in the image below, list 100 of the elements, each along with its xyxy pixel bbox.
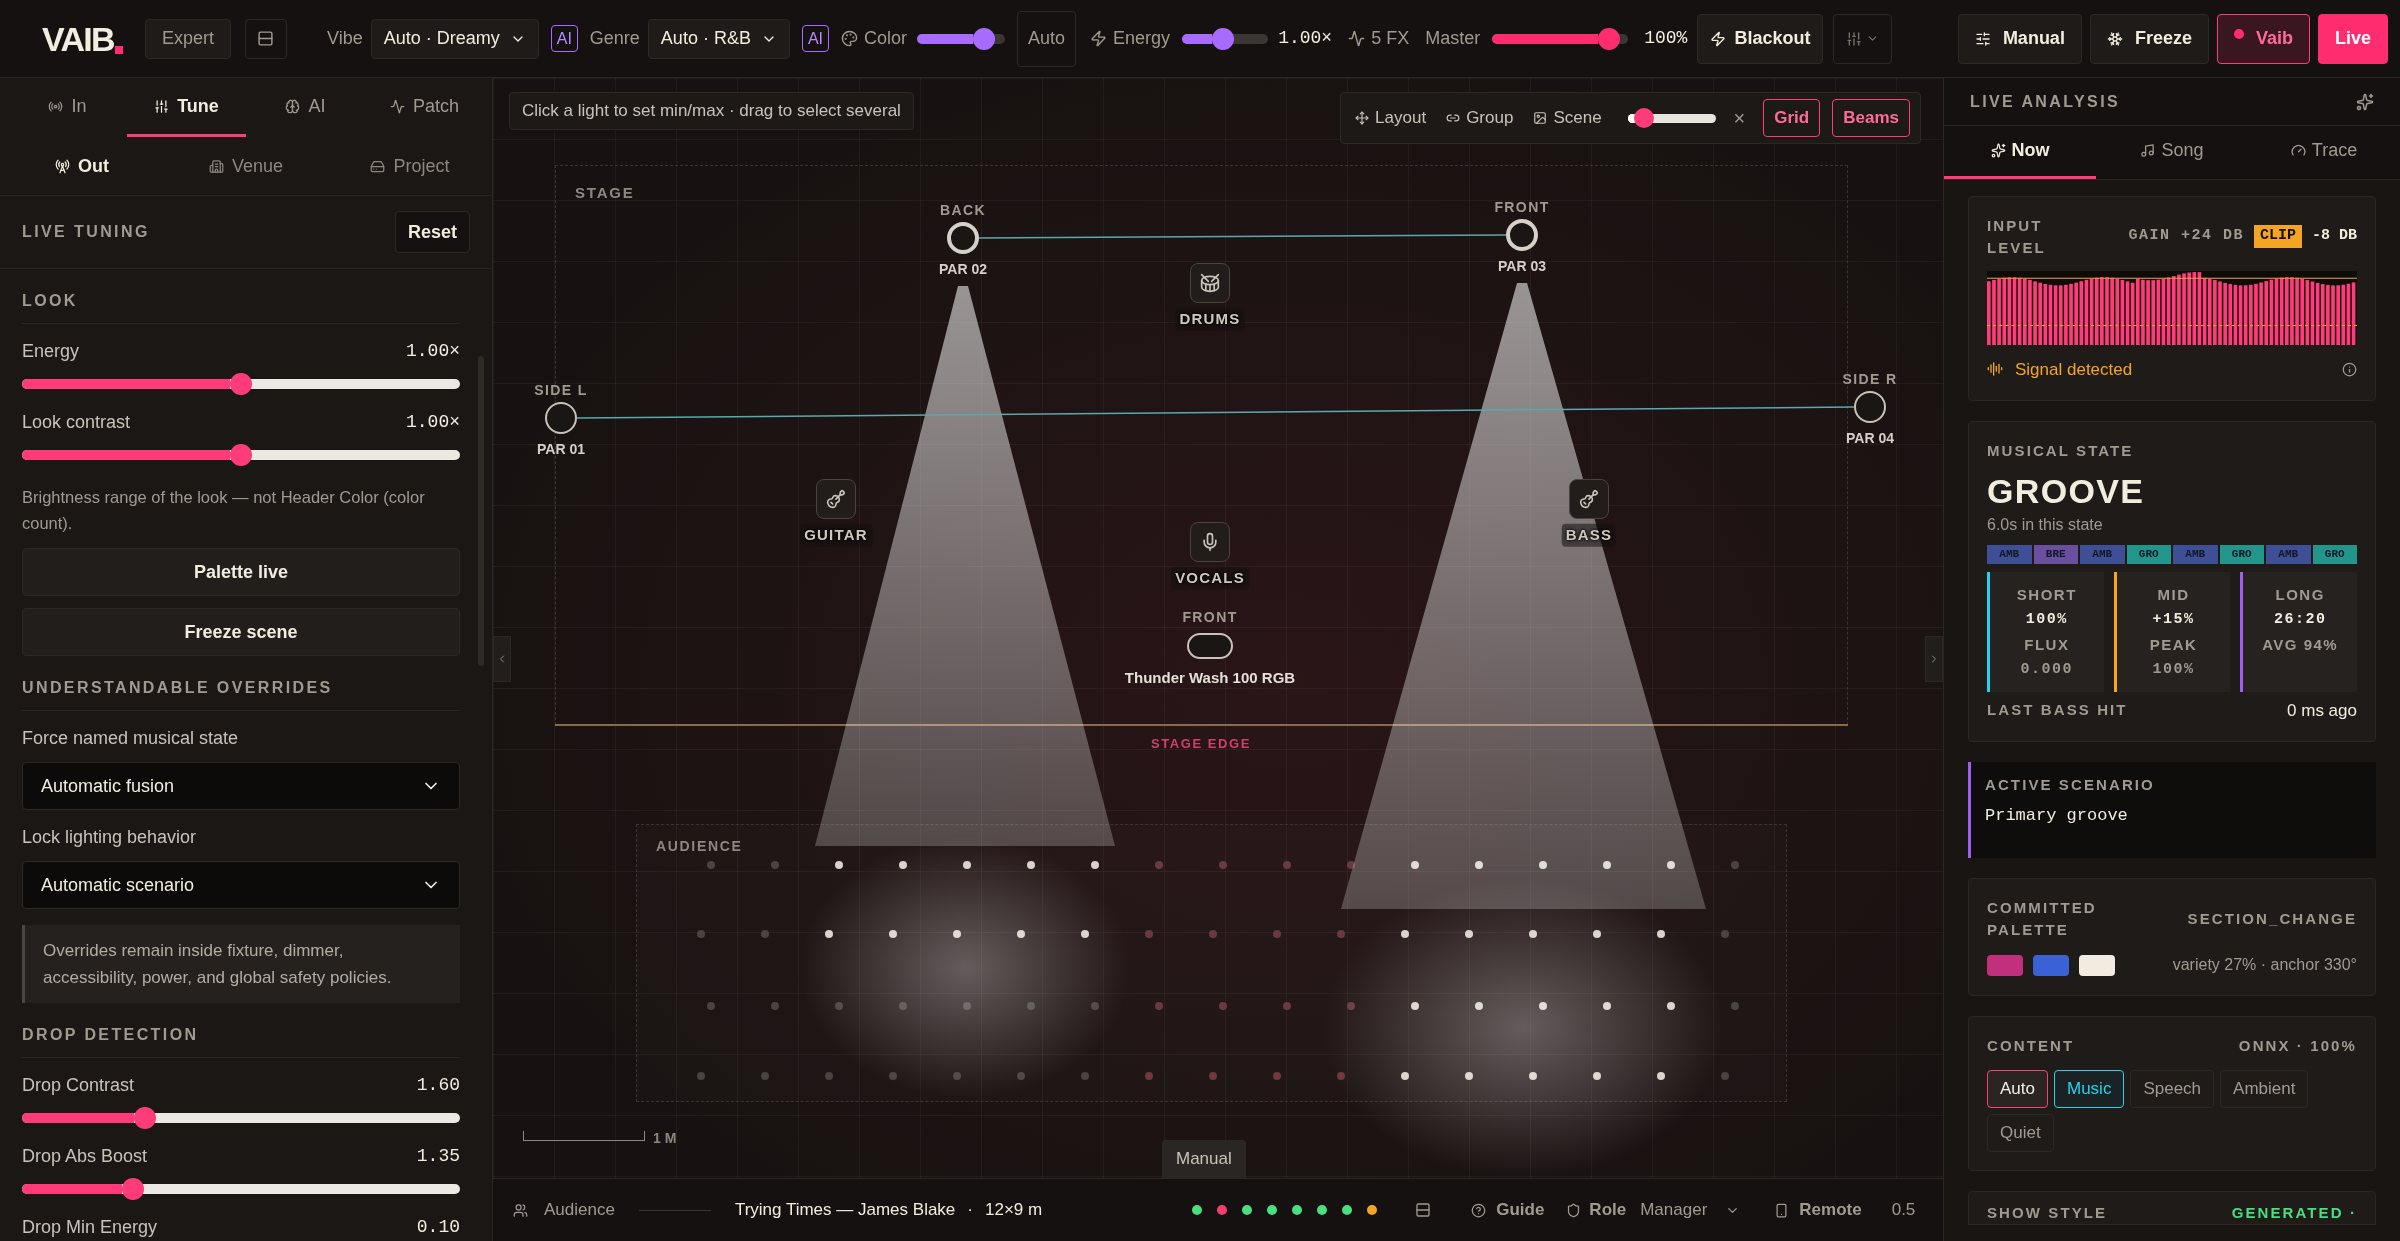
instrument-marker[interactable] [816,479,856,519]
slider[interactable] [22,1178,460,1200]
remote-button[interactable]: Remote [1799,1197,1862,1223]
show-style-value: GENERATED · [2231,1202,2357,1223]
music-note-icon [2140,143,2156,159]
layout-button[interactable] [244,18,287,59]
panel-button[interactable]: Palette live [22,548,460,596]
blackout-button[interactable]: Blackout [1697,13,1824,64]
slider-thumb[interactable] [230,444,252,466]
gain-reading: GAIN +24 DB [2128,226,2244,247]
slider-thumb[interactable] [134,1107,157,1129]
light-fixture[interactable] [1854,391,1886,423]
reset-button[interactable]: Reset [394,211,470,254]
panel-tab[interactable]: AI [246,78,365,138]
wash-fixture[interactable] [1187,633,1233,659]
slider[interactable] [22,1107,460,1129]
slider-thumb[interactable] [1634,108,1655,128]
color-slider[interactable] [917,27,1006,50]
light-fixture[interactable] [947,222,979,254]
slider-thumb[interactable] [973,27,996,50]
ai-badge: AI [550,25,578,52]
panel-tab[interactable]: Trace [2248,126,2400,179]
action-button[interactable]: Vaib [2216,13,2310,64]
state-tag: GRO [2312,544,2357,564]
slider-label: Drop Min Energy [22,1216,158,1239]
hint-text: Click a light to set min/max · drag to select several [509,92,914,130]
sliders-icon [154,98,170,114]
light-fixture[interactable] [1506,219,1538,251]
stat-label: MID [2157,584,2190,605]
slider-thumb[interactable] [1598,27,1621,50]
toolbar-button[interactable]: Group [1442,105,1518,131]
ai-badge: AI [801,25,830,52]
slider[interactable] [22,444,460,466]
info-icon[interactable] [2342,361,2357,377]
panel-tab[interactable]: Tune [127,78,246,138]
toggle-button[interactable]: Beams [1832,99,1910,137]
genre-select[interactable]: Auto · R&B [647,18,790,59]
phone-icon [1774,1202,1790,1218]
slider[interactable] [22,373,460,395]
role-select[interactable]: Manager [1640,1197,1741,1223]
fixture-name: BACK [940,200,986,220]
content-chip[interactable]: Music [2054,1069,2125,1108]
card-title: MUSICAL STATE [1987,441,2135,461]
action-button[interactable]: Manual [1957,13,2082,64]
panel-tab[interactable]: Patch [365,78,484,138]
guide-button[interactable]: Guide [1496,1197,1545,1223]
energy-slider[interactable] [1182,27,1269,50]
sparkle-icon[interactable] [2356,92,2374,111]
building-icon [208,158,224,174]
instrument-marker[interactable] [1569,479,1609,519]
slider-thumb[interactable] [121,1178,144,1200]
content-chip[interactable]: Speech [2130,1069,2215,1108]
pulse-icon [1348,30,1366,47]
auto-button[interactable]: Auto [1017,10,1077,67]
panel-tab[interactable]: In [8,78,127,138]
slider-thumb[interactable] [230,373,252,395]
content-chip[interactable]: Ambient [2220,1069,2309,1108]
content-chip[interactable]: Auto [1987,1069,2048,1108]
select-field[interactable]: Automatic scenario [22,861,460,909]
toolbar-button[interactable]: Layout [1351,105,1431,131]
audience-label: Audience [544,1199,615,1222]
panel-tab[interactable]: Venue [164,137,328,196]
scenario-name: Primary groove [1985,804,2129,827]
guitar-icon [1579,489,1599,509]
stat-label: LONG [2275,584,2325,605]
microphone-icon [1200,532,1220,552]
panel-button[interactable]: Freeze scene [22,608,460,656]
action-button[interactable]: Freeze [2089,13,2209,64]
slider-thumb[interactable] [1211,27,1234,50]
close-button[interactable]: × [1727,103,1752,133]
select-field[interactable]: Automatic fusion [22,762,460,810]
fixture-patch: PAR 03 [1498,256,1546,276]
scene-slider[interactable] [1627,108,1716,128]
panel-tab[interactable]: Out [0,137,164,196]
action-button[interactable]: Live [2317,13,2388,64]
content-chip[interactable]: Quiet [1987,1113,2054,1152]
venue-size: 12×9 m [985,1199,1043,1222]
waveform-icon [1987,361,2003,378]
antenna-icon [55,158,70,174]
master-slider[interactable] [1492,27,1629,50]
vibe-select[interactable]: Auto · Dreamy [370,18,539,59]
toggle-button[interactable]: Grid [1763,99,1821,137]
panel-tab[interactable]: Project [328,137,492,196]
light-fixture[interactable] [545,402,577,434]
shield-icon [1566,1202,1582,1218]
fixture-patch: PAR 01 [537,439,585,459]
collapse-right-handle[interactable] [1925,636,1943,682]
panel-tab[interactable]: Song [2096,126,2248,179]
toolbar-button[interactable]: Scene [1529,105,1606,131]
collapse-left-handle[interactable] [493,636,511,682]
mode-button[interactable]: Expert [144,18,231,59]
clip-badge: CLIP [2253,225,2302,248]
state-name: GROOVE [1987,470,2146,512]
select-label: Lock lighting behavior [22,826,198,849]
card-title: SHOW STYLE [1987,1202,2108,1223]
instrument-marker[interactable] [1190,263,1230,303]
info-note: Overrides remain inside fixture, dimmer, accessibility, power, and global safety policies. [22,925,460,1003]
instrument-marker[interactable] [1190,522,1230,562]
panel-title: LIVE ANALYSIS [1970,91,2121,112]
stage-label: STAGE [575,183,635,203]
